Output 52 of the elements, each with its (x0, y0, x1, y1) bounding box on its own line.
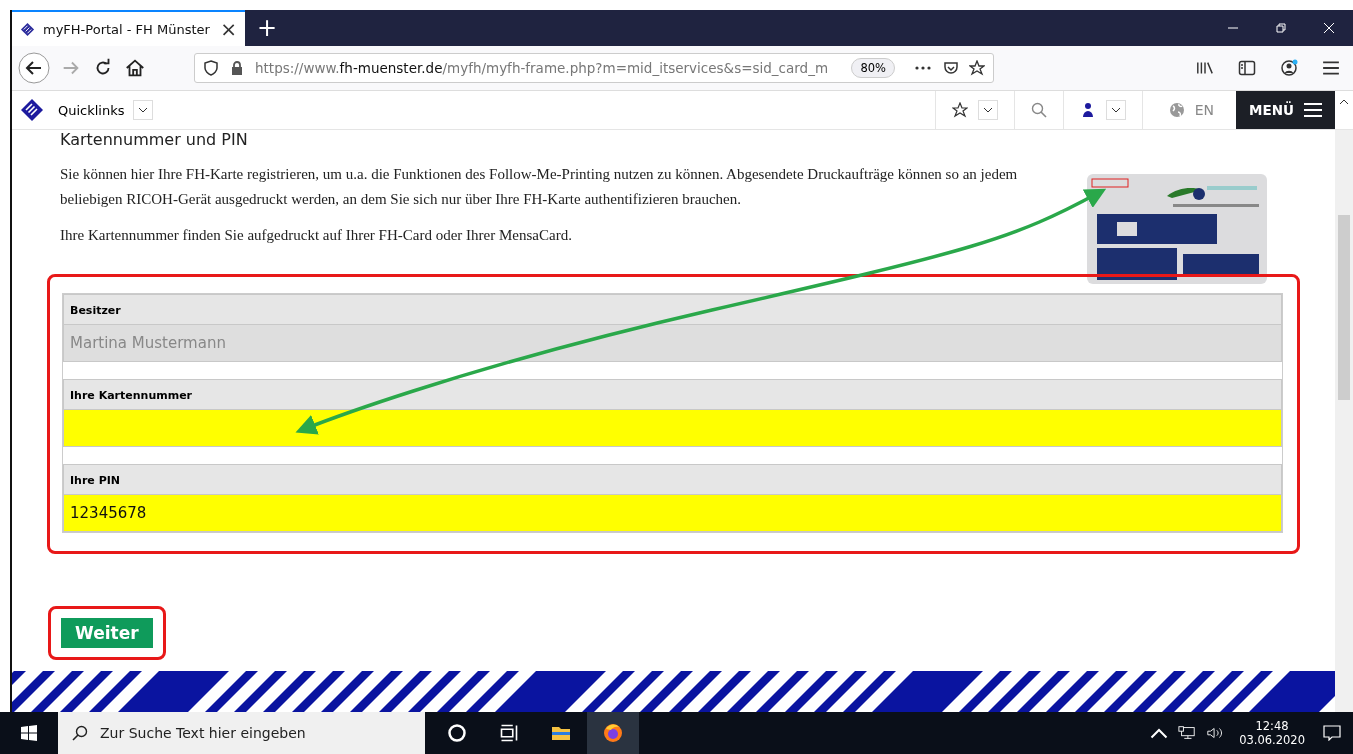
close-icon[interactable] (1323, 22, 1335, 34)
globe-icon[interactable] (1168, 102, 1185, 118)
back-icon[interactable] (18, 52, 50, 84)
logo-icon (20, 21, 35, 37)
search-icon[interactable] (1030, 102, 1047, 118)
close-tab-button[interactable]: × (220, 17, 237, 41)
url-text: https://www.fh-muenster.de/myfh/myfh-frame.php?m=mid_itservices&s=sid_card_m (255, 60, 830, 76)
cortana-icon[interactable] (447, 723, 467, 743)
paragraph: Ihre Kartennummer finden Sie aufgedruckt auf Ihrer FH-Card oder Ihrer MensaCard. (60, 226, 573, 245)
menu-button[interactable]: MENÜ (1236, 91, 1335, 129)
account-icon[interactable] (1280, 59, 1298, 77)
tab-title: myFH-Portal - FH Münster (43, 21, 211, 37)
logo-icon[interactable] (20, 98, 44, 122)
shield-icon (203, 60, 219, 76)
search-icon (72, 725, 88, 741)
firefox-icon[interactable] (603, 723, 623, 743)
menu-icon[interactable] (1322, 59, 1340, 77)
restore-icon[interactable] (1275, 22, 1287, 34)
network-icon[interactable] (1178, 725, 1197, 741)
language-link[interactable]: EN (1194, 102, 1214, 118)
scroll-up-icon[interactable] (1339, 99, 1349, 105)
sidebar-icon[interactable] (1238, 59, 1256, 77)
page-heading: Kartennummer und PIN (60, 130, 248, 150)
home-icon[interactable] (124, 57, 146, 79)
address-bar[interactable]: https://www.fh-muenster.de/myfh/myfh-frame.php?m=mid_itservices&s=sid_card_m 80% (194, 53, 994, 83)
quicklinks-link[interactable]: Quicklinks (58, 102, 125, 118)
input-field[interactable] (63, 410, 1282, 447)
menu-icon (1303, 103, 1322, 117)
notification-icon[interactable] (1323, 725, 1341, 741)
chevron-down-icon (1110, 107, 1121, 113)
lock-icon (229, 60, 245, 76)
zoom-badge[interactable]: 80% (851, 58, 895, 78)
chevron-down-icon (137, 107, 148, 113)
field-label: Ihre Kartennummer (63, 379, 1282, 410)
clock-date: 03.06.2020 (1239, 733, 1305, 747)
star-icon[interactable] (951, 102, 968, 118)
pocket-icon[interactable] (943, 60, 959, 76)
next-button[interactable]: Weiter (61, 618, 153, 648)
field-label: Ihre PIN (63, 464, 1282, 495)
volume-icon[interactable] (1206, 725, 1225, 741)
task-view-icon[interactable] (499, 723, 519, 743)
new-tab-button[interactable]: + (245, 14, 290, 42)
paragraph: Sie können hier Ihre FH-Karte registrieren, um u.a. die Funktionen des Follow-Me-Printing nutzen zu können. Abgesendete Druckaufträge können so an jedem beliebigen RICOH-Gerät ausgedruckt werden, an dem Sie sich nur über Ihre FH-Karte authentifizieren brauchen. (60, 165, 1019, 209)
field-label: Besitzer (63, 294, 1282, 325)
taskbar-search-field[interactable]: Zur Suche Text hier eingeben (58, 712, 425, 754)
clock-time: 12:48 (1255, 719, 1289, 733)
bookmark-star-icon[interactable] (969, 60, 985, 76)
input-field[interactable]: 12345678 (63, 495, 1282, 532)
browser-tab[interactable]: myFH-Portal - FH Münster × (12, 10, 245, 46)
chevron-down-icon (982, 107, 993, 113)
scrollbar[interactable] (1335, 130, 1353, 712)
windows-start-icon[interactable] (21, 725, 37, 741)
